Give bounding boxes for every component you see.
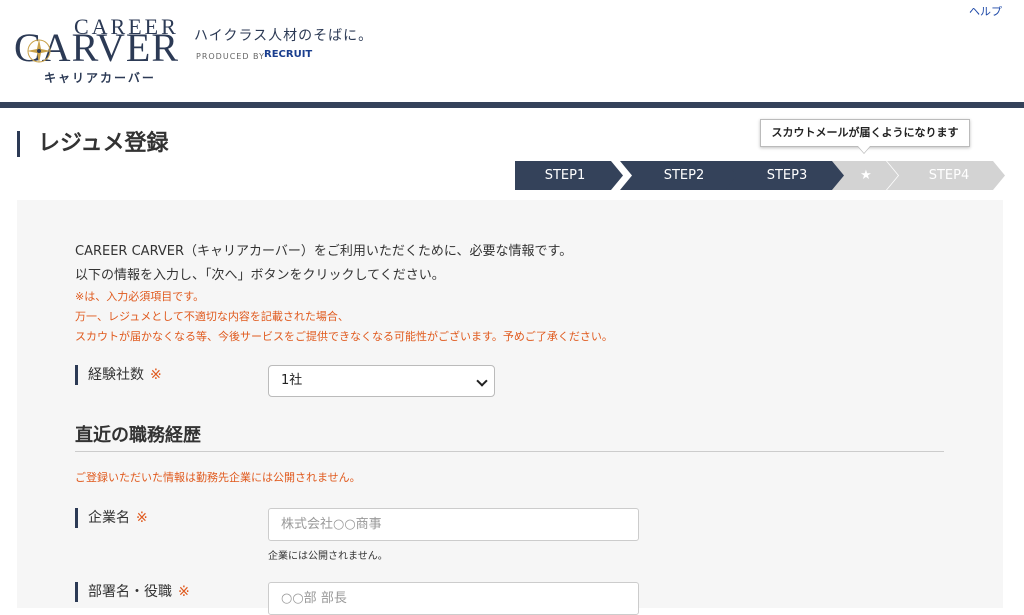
- department-label: 部署名・役職 ※: [75, 582, 190, 602]
- logo-kana-text: キャリアカーバー: [44, 71, 156, 85]
- section-divider: [75, 451, 944, 452]
- site-header: CAREER CARVER キャリアカーバー ハイクラス人材のそばに。 PROD…: [0, 0, 1024, 102]
- chevron-down-icon: [476, 375, 488, 387]
- star-icon: ★: [860, 168, 872, 183]
- company-name-input[interactable]: [268, 508, 639, 541]
- department-input[interactable]: [268, 582, 639, 615]
- step-4-label: STEP4: [928, 168, 970, 183]
- scout-tooltip: スカウトメールが届くようになります: [760, 119, 970, 147]
- experience-count-value: 1社: [281, 373, 303, 388]
- recruit-logo: RECRUIT: [264, 49, 313, 60]
- step-1: STEP1: [515, 161, 623, 190]
- help-link[interactable]: ヘルプ: [969, 3, 1002, 19]
- company-name-label-text: 企業名: [88, 510, 130, 526]
- intro-line-2: 以下の情報を入力し、「次へ」ボタンをクリックしてください。: [75, 268, 445, 283]
- produced-by-text: PRODUCED BY: [196, 52, 265, 61]
- intro-text: CAREER CARVER（キャリアカーバー）をご利用いただくために、必要な情報…: [75, 240, 572, 288]
- notes-text: ※は、入力必須項目です。 万一、レジュメとして不適切な内容を記載された場合、 ス…: [75, 287, 613, 347]
- experience-count-label-text: 経験社数: [88, 367, 144, 383]
- step-3: STEP3: [725, 161, 845, 190]
- notes-line-2: 万一、レジュメとして不適切な内容を記載された場合、: [75, 310, 349, 323]
- tagline: ハイクラス人材のそばに。: [194, 28, 374, 44]
- compass-icon: [27, 39, 51, 63]
- recent-career-note: ご登録いただいた情報は勤務先企業には公開されません。: [75, 471, 361, 484]
- required-mark: ※: [178, 584, 190, 600]
- experience-count-select[interactable]: 1社: [268, 365, 495, 397]
- required-mark: ※: [150, 367, 162, 383]
- header-divider-bar: [0, 102, 1024, 108]
- company-name-label: 企業名 ※: [75, 508, 148, 528]
- notes-line-3: スカウトが届かなくなる等、今後サービスをご提供できなくなる可能性がございます。予…: [75, 330, 613, 343]
- step-2-label: STEP2: [663, 168, 705, 183]
- experience-count-label: 経験社数 ※: [75, 365, 162, 385]
- page-title-block: レジュメ登録: [17, 131, 168, 157]
- intro-line-1: CAREER CARVER（キャリアカーバー）をご利用いただくために、必要な情報…: [75, 244, 573, 259]
- tooltip-arrow: [858, 146, 870, 153]
- step-indicator: STEP1 STEP2 STEP3 ★ STEP4: [515, 161, 1005, 190]
- company-name-hint: 企業には公開されません。: [268, 551, 388, 562]
- career-carver-logo[interactable]: CAREER CARVER キャリアカーバー: [14, 14, 194, 88]
- step-3-label: STEP3: [766, 168, 808, 183]
- step-1-label: STEP1: [544, 168, 586, 183]
- step-2: STEP2: [620, 161, 740, 190]
- page-title: レジュメ登録: [38, 131, 169, 156]
- department-label-text: 部署名・役職: [88, 584, 172, 600]
- recent-career-title: 直近の職務経歴: [75, 425, 201, 446]
- notes-line-1: ※は、入力必須項目です。: [75, 290, 205, 303]
- step-4: STEP4: [887, 161, 1005, 190]
- required-mark: ※: [136, 510, 148, 526]
